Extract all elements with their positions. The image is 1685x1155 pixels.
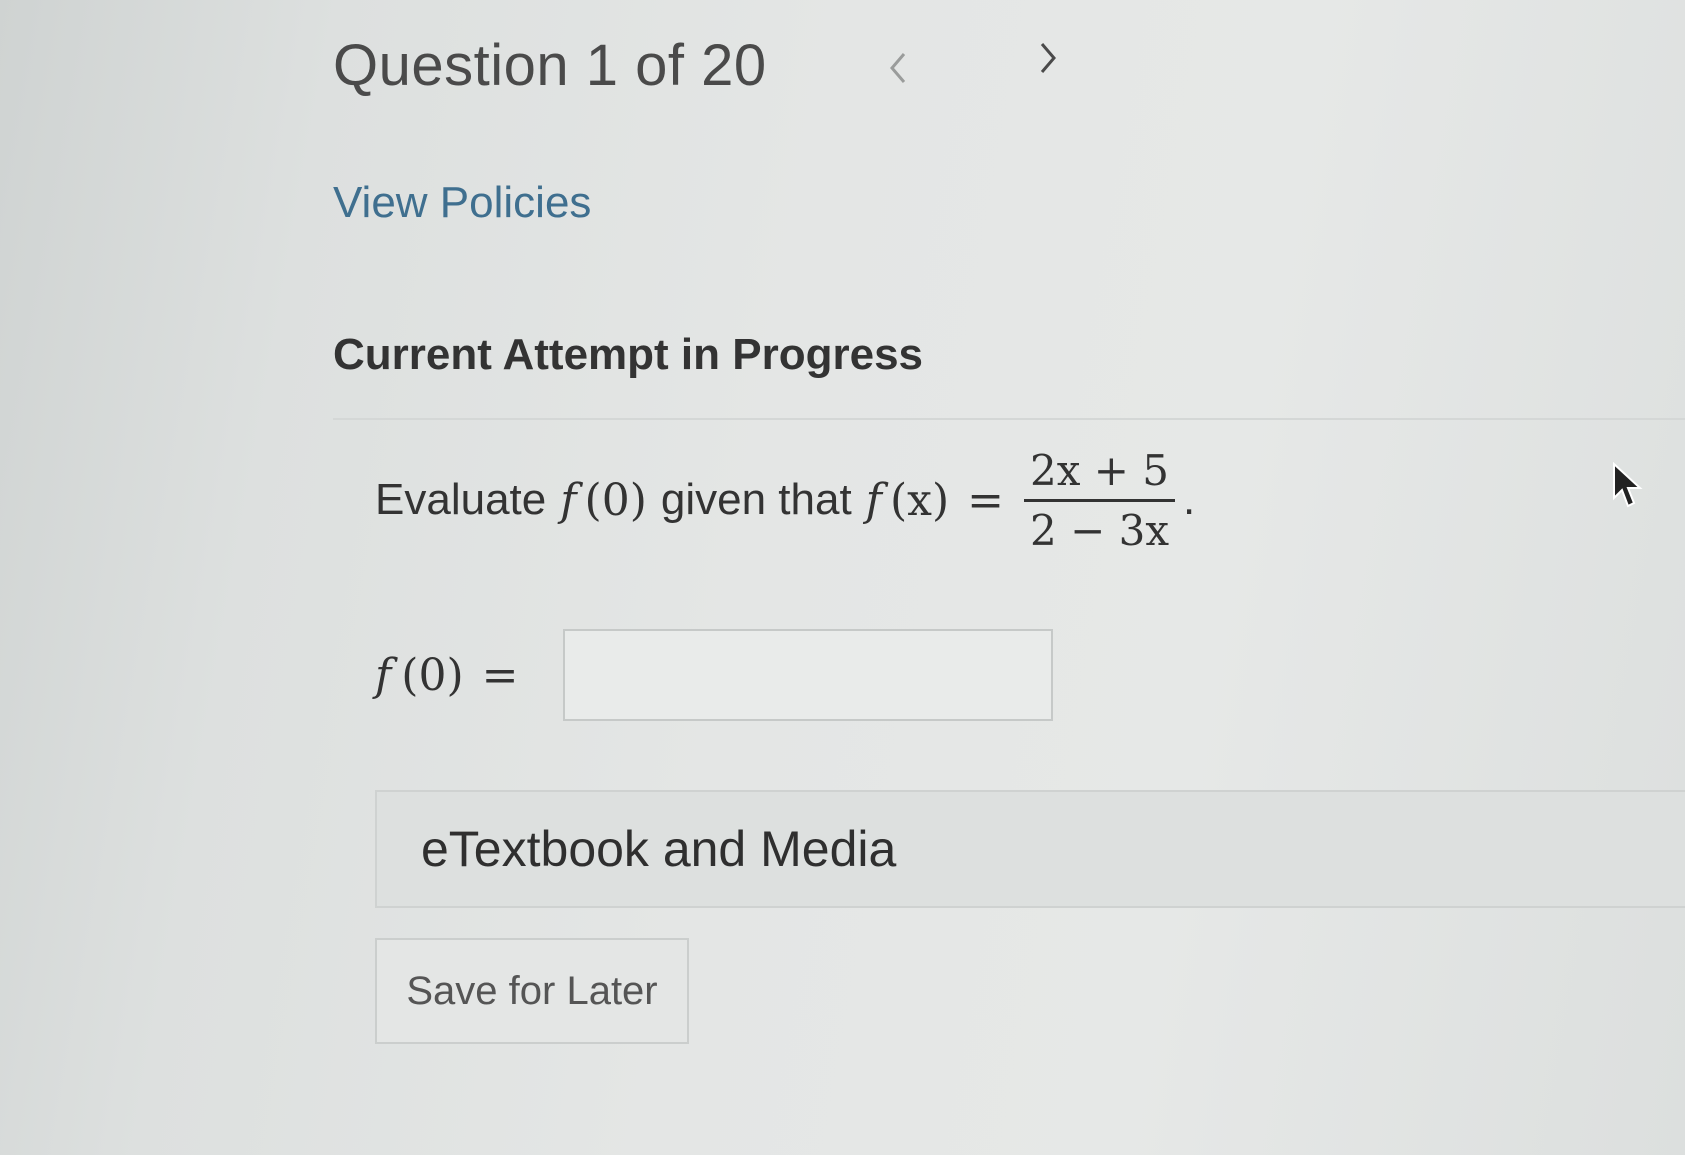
answer-input[interactable] (562, 629, 1053, 721)
mouse-cursor-icon (1613, 462, 1643, 508)
quiz-page: Question 1 of 20 View Policies Current A… (0, 0, 1685, 1155)
chevron-right-icon (1040, 43, 1056, 73)
question-counter: Question 1 of 20 (333, 33, 767, 98)
end-punctuation: . (1183, 475, 1196, 524)
equals-sign: = (967, 474, 1004, 526)
fraction-numerator: 2x + 5 (1024, 446, 1176, 502)
function-name-2: f (865, 474, 882, 526)
etextbook-media-panel[interactable]: eTextbook and Media (375, 790, 1685, 908)
function-fraction: 2x + 5 2 − 3x (1024, 446, 1176, 555)
question-mid-text: given that (660, 475, 852, 524)
section-divider (333, 418, 1685, 420)
answer-function-name: f (375, 649, 392, 701)
answer-argument: (0) (401, 649, 464, 701)
next-question-button[interactable] (1023, 28, 1073, 88)
evaluation-argument: (0) (584, 474, 647, 526)
save-for-later-button[interactable]: Save for Later (375, 938, 689, 1044)
fraction-denominator: 2 − 3x (1030, 505, 1170, 555)
view-policies-link[interactable]: View Policies (333, 178, 591, 228)
question-prompt-prefix: Evaluate (375, 475, 547, 524)
etextbook-media-title: eTextbook and Media (421, 821, 897, 877)
chevron-left-icon (890, 53, 906, 83)
question-text: Evaluate f (0) given that f (x) = 2x + 5… (375, 440, 1195, 560)
function-variable: (x) (889, 474, 950, 526)
answer-equals-sign: = (481, 649, 519, 701)
answer-row: f (0) = (375, 625, 1053, 725)
previous-question-button[interactable] (873, 38, 923, 98)
question-header: Question 1 of 20 (333, 32, 767, 99)
function-name: f (560, 474, 577, 526)
attempt-status-heading: Current Attempt in Progress (333, 330, 924, 379)
